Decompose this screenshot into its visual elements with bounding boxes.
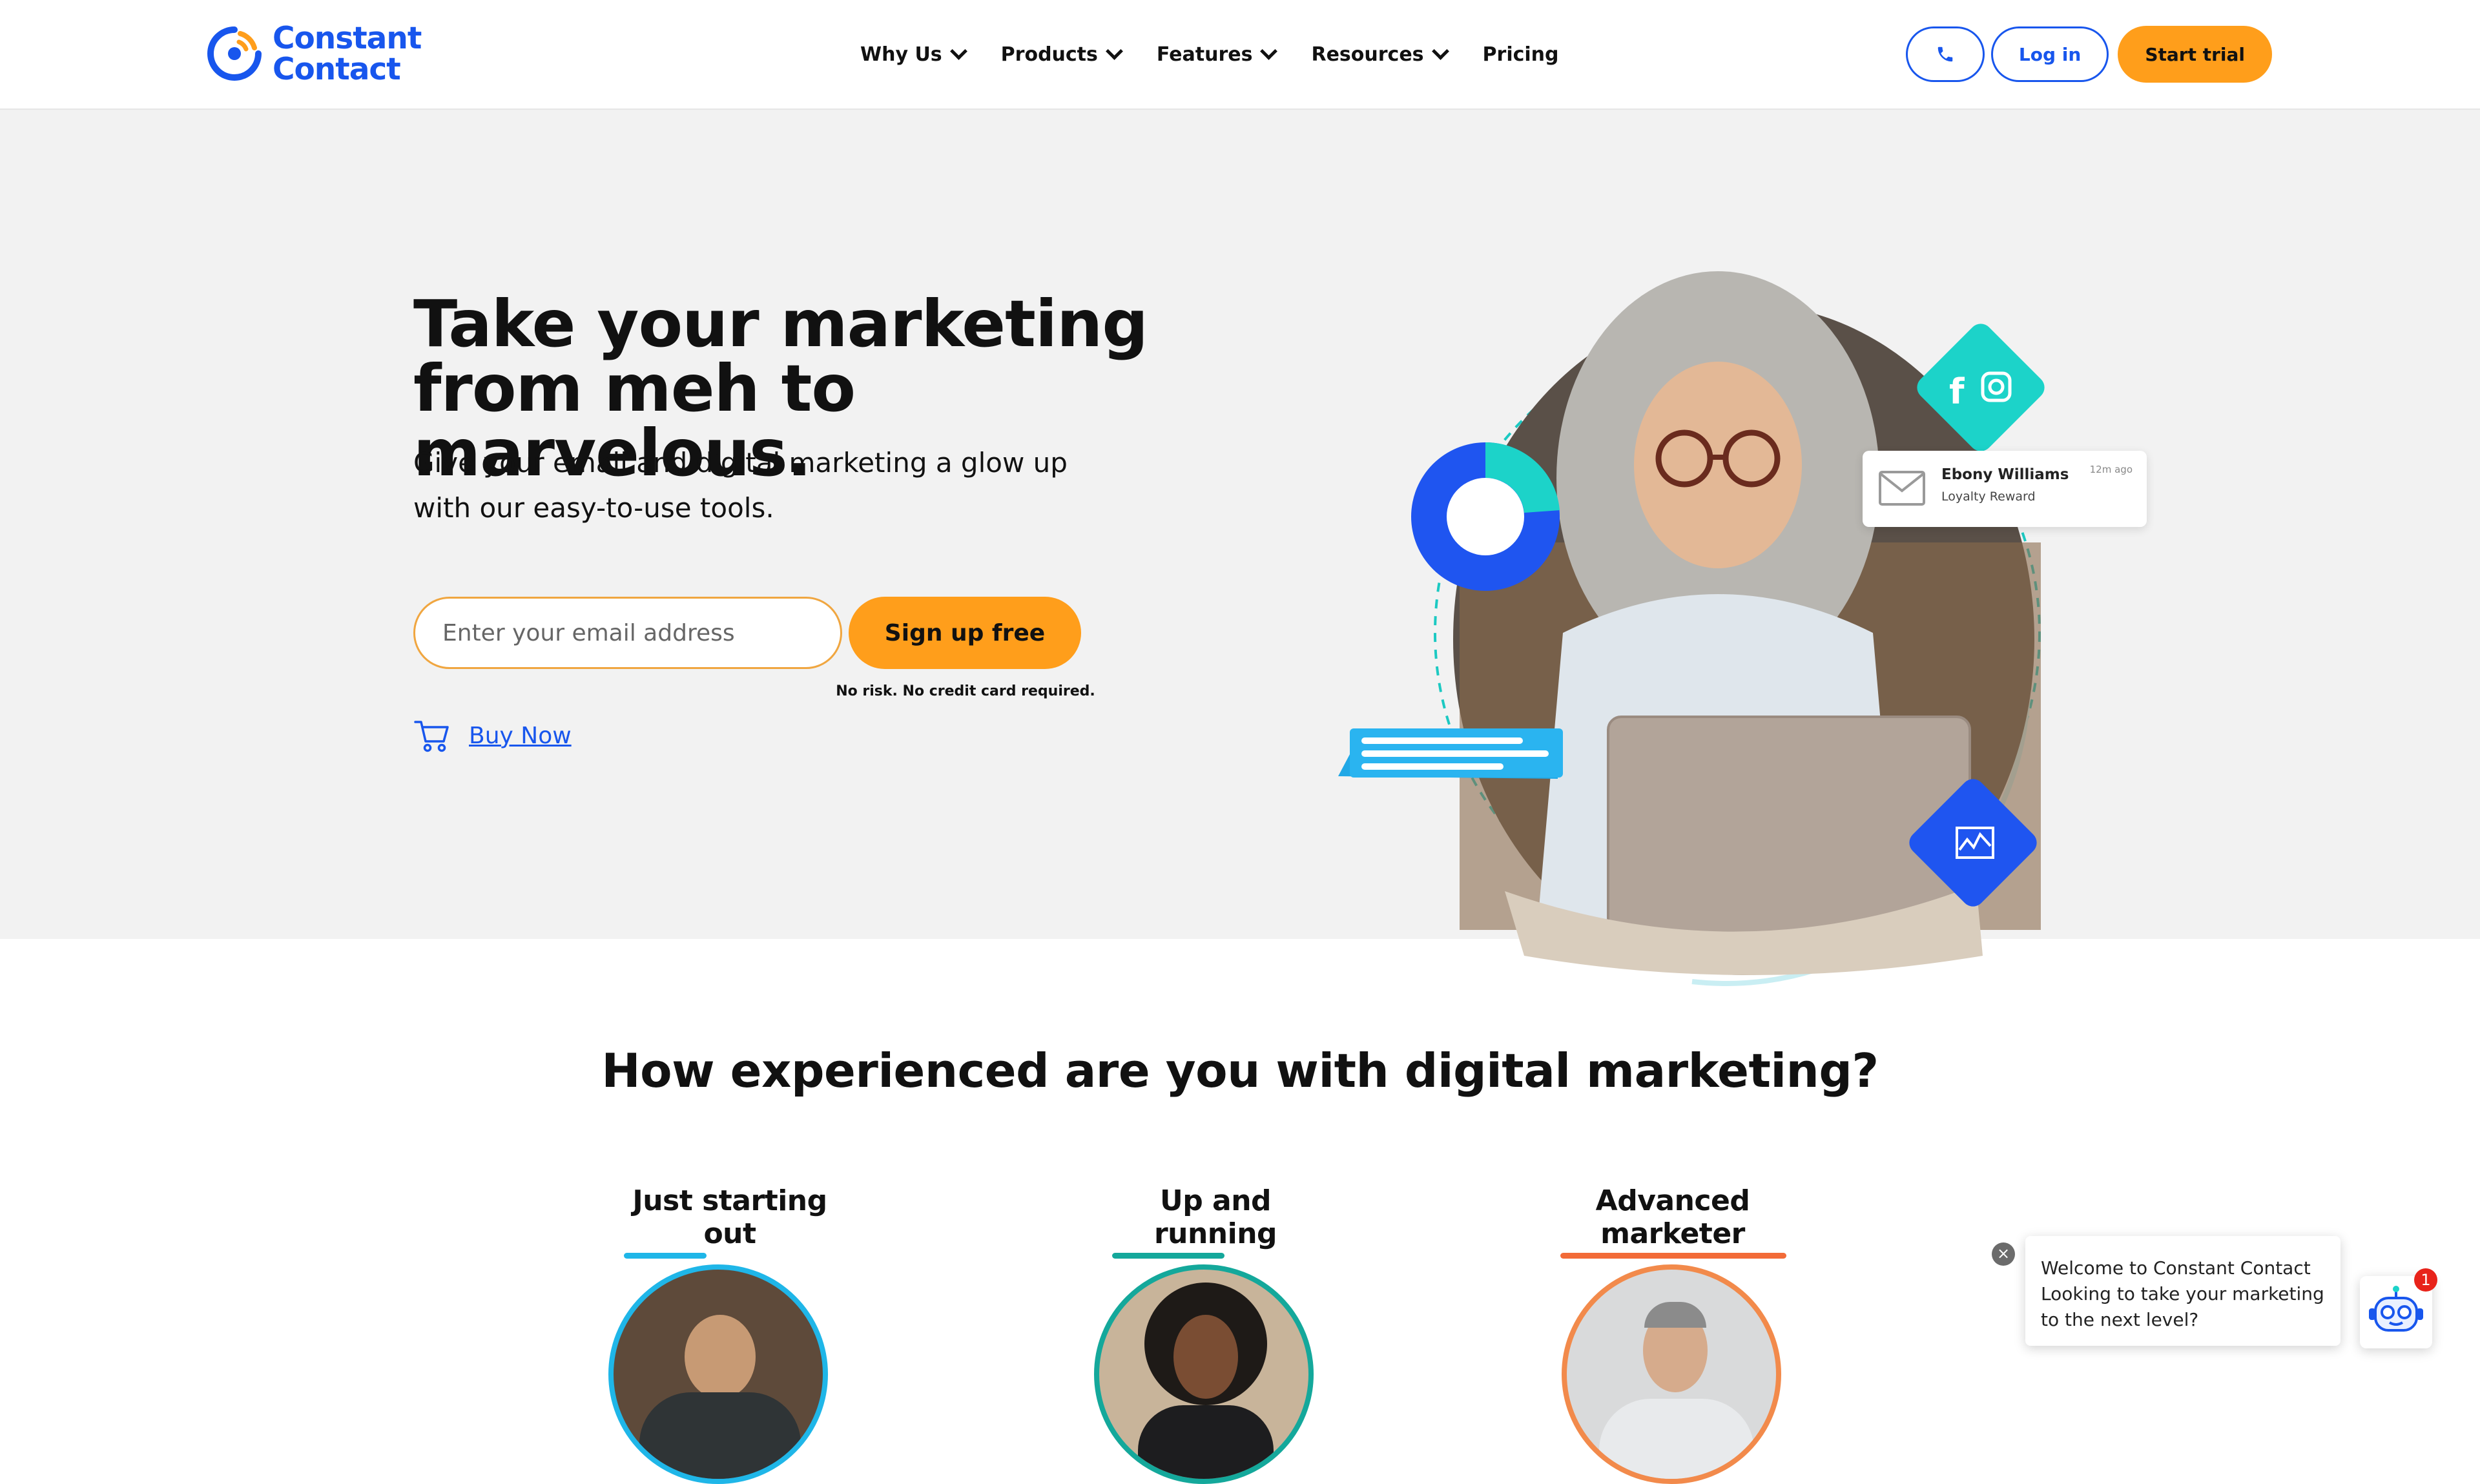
hero-title-line-1: Take your marketing (413, 286, 1148, 362)
donut-graphic-icon (1411, 442, 1560, 591)
envelope-icon (1879, 471, 1925, 506)
nav-pricing-label: Pricing (1482, 43, 1559, 66)
email-input[interactable] (413, 597, 842, 669)
constant-contact-logo[interactable]: Constant Contact (205, 21, 422, 88)
logo-text: Constant Contact (273, 21, 422, 87)
phone-button[interactable] (1905, 26, 1985, 82)
site-header: Constant Contact Why Us Products Feature… (0, 0, 2480, 110)
level-label: Up and running (1153, 1184, 1277, 1250)
nav-features-label: Features (1156, 43, 1253, 66)
person-face (685, 1315, 756, 1399)
level-up-and-running[interactable]: Up and running (1099, 1184, 1332, 1259)
message-card-icon (1338, 728, 1563, 779)
main-nav: Why Us Products Features Resources Prici… (860, 36, 1595, 72)
logo-line-1: Constant (273, 21, 422, 56)
photo-advanced-marketer[interactable] (1562, 1264, 1781, 1484)
buy-now-link[interactable]: Buy Now (469, 723, 572, 749)
buy-now-link-group[interactable]: Buy Now (413, 717, 572, 754)
photo-just-starting-out[interactable] (608, 1264, 828, 1484)
header-actions: Log in Start trial (1905, 26, 2272, 83)
login-button[interactable]: Log in (1990, 26, 2109, 82)
notification-card: Ebony Williams Loyalty Reward 12m ago (1863, 451, 2147, 527)
hero-section: Take your marketing from meh to marvelou… (0, 110, 2480, 986)
chat-line-2: Looking to take your marketing (2041, 1283, 2324, 1304)
chat-line-3: to the next level? (2041, 1309, 2199, 1330)
logo-mark-icon (207, 26, 262, 81)
phone-icon (1938, 46, 1953, 62)
start-trial-button[interactable]: Start trial (2118, 26, 2272, 83)
level-underline (624, 1253, 707, 1259)
hero-subtitle: Give your email and digital marketing a … (413, 440, 1124, 531)
level-underline (1560, 1253, 1786, 1259)
person-face (1173, 1315, 1238, 1399)
chat-line-1: Welcome to Constant Contact (2041, 1257, 2311, 1279)
chat-close-button[interactable]: × (1992, 1242, 2015, 1266)
nav-pricing[interactable]: Pricing (1483, 43, 1559, 66)
shopping-cart-icon (414, 721, 449, 752)
person-body (1599, 1399, 1754, 1479)
nav-why-us-label: Why Us (860, 43, 942, 66)
logo-line-2: Contact (273, 52, 401, 87)
svg-text:f: f (1949, 371, 1965, 412)
chevron-down-icon (1431, 42, 1449, 60)
nav-products-label: Products (1000, 43, 1098, 66)
person-body (1138, 1405, 1274, 1479)
chevron-down-icon (949, 42, 967, 60)
nav-resources-label: Resources (1311, 43, 1424, 66)
chevron-down-icon (1260, 42, 1278, 60)
no-risk-note: No risk. No credit card required. (836, 683, 1095, 699)
notification-name: Ebony Williams (1941, 466, 2069, 483)
hero-subtitle-line-2: with our easy-to-use tools. (413, 492, 774, 524)
level-advanced-marketer[interactable]: Advanced marketer (1556, 1184, 1789, 1259)
notification-time: 12m ago (2089, 464, 2133, 475)
sign-up-free-button[interactable]: Sign up free (849, 597, 1081, 669)
level-label: Just starting out (632, 1184, 827, 1250)
chevron-down-icon (1105, 42, 1123, 60)
nav-why-us[interactable]: Why Us (860, 42, 967, 66)
level-underline (1112, 1253, 1224, 1259)
nav-resources[interactable]: Resources (1311, 42, 1449, 66)
chat-welcome-bubble[interactable]: Welcome to Constant Contact Looking to t… (2025, 1236, 2340, 1346)
person-body (639, 1392, 801, 1479)
experience-heading: How experienced are you with digital mar… (601, 1044, 1879, 1098)
nav-products[interactable]: Products (1000, 42, 1123, 66)
chat-notification-badge: 1 (2414, 1268, 2437, 1292)
person-hair (1644, 1302, 1706, 1328)
notification-subtitle: Loyalty Reward (1941, 490, 2036, 504)
level-just-starting-out[interactable]: Just starting out (614, 1184, 846, 1259)
nav-features[interactable]: Features (1156, 42, 1278, 66)
level-label: Advanced marketer (1595, 1184, 1750, 1250)
hero-subtitle-line-1: Give your email and digital marketing a … (413, 447, 1068, 479)
photo-up-and-running[interactable] (1094, 1264, 1314, 1484)
hero-illustration: f (1338, 271, 2045, 986)
